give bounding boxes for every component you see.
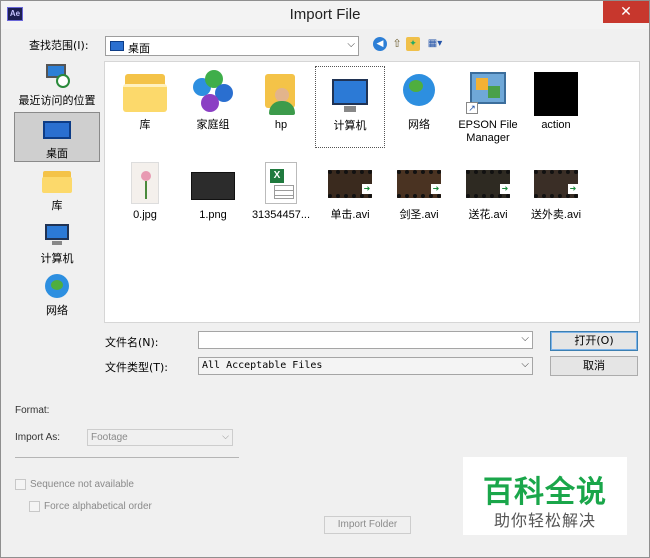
view-menu-icon[interactable]: ▦▾ — [424, 37, 446, 51]
chevron-down-icon: ⌵ — [347, 39, 355, 50]
place-recent[interactable]: 最近访问的位置 — [14, 60, 100, 110]
filename-input[interactable]: ⌵ — [198, 331, 533, 349]
user-folder-icon — [257, 70, 305, 116]
place-desktop[interactable]: 桌面 — [14, 112, 100, 162]
sequence-checkbox[interactable] — [15, 479, 26, 490]
video-file-icon: ➜ — [326, 160, 374, 206]
file-name: 0.jpg — [133, 209, 157, 221]
dialog-title: Import File — [289, 6, 361, 23]
import-as-value: Footage — [91, 432, 128, 443]
network-icon — [42, 272, 72, 300]
file-item[interactable]: ➜ 单击.avi — [315, 156, 385, 238]
file-item[interactable]: ➜ 送外卖.avi — [521, 156, 591, 238]
file-item[interactable]: ➜ 剑圣.avi — [384, 156, 454, 238]
epson-shortcut-icon: ↗ — [464, 70, 512, 116]
video-file-icon: ➜ — [532, 160, 580, 206]
file-item[interactable]: 计算机 — [315, 66, 385, 148]
filename-label: 文件名(N): — [105, 336, 159, 349]
place-label: 计算机 — [40, 252, 74, 265]
cancel-button[interactable]: 取消 — [550, 356, 638, 376]
file-name: 计算机 — [333, 120, 367, 132]
file-name: hp — [274, 119, 288, 131]
file-name: 网络 — [408, 119, 430, 131]
file-item[interactable]: ↗ EPSON File Manager — [453, 66, 523, 148]
file-item[interactable]: 网络 — [384, 66, 454, 148]
look-in-value: 桌面 — [128, 42, 150, 55]
watermark-title: 百科全说 — [483, 475, 607, 510]
png-thumbnail-icon — [189, 160, 237, 206]
chevron-down-icon: ⌵ — [521, 359, 529, 370]
black-image-icon — [532, 70, 580, 116]
computer-icon — [42, 220, 72, 248]
watermark-subtitle: 助你轻松解决 — [493, 511, 596, 530]
import-file-dialog: Ae Import File ✕ 查找范围(I): 桌面 ⌵ ◀ ⇧ ✦ ▦▾ … — [0, 0, 650, 558]
desktop-icon — [110, 41, 124, 51]
file-name: 送花.avi — [468, 209, 508, 221]
jpg-thumbnail-icon — [121, 160, 169, 206]
file-item[interactable]: 0.jpg — [110, 156, 180, 238]
filetype-label: 文件类型(T): — [105, 361, 169, 374]
file-item[interactable]: action — [521, 66, 591, 148]
import-as-label: Import As: — [15, 432, 61, 443]
file-item[interactable]: 库 — [110, 66, 180, 148]
open-button[interactable]: 打开(O) — [550, 331, 638, 351]
video-file-icon: ➜ — [395, 160, 443, 206]
place-label: 最近访问的位置 — [18, 94, 96, 107]
file-name: 1.png — [199, 209, 227, 221]
look-in-label: 查找范围(I): — [29, 39, 89, 52]
file-list[interactable]: 库 家庭组 hp 计算机 网络 ↗ EPSON File Manager act… — [104, 61, 640, 323]
watermark-logo: 百科全说 助你轻松解决 — [463, 457, 627, 535]
sequence-label: Sequence not available — [30, 479, 134, 490]
place-network[interactable]: 网络 — [14, 270, 100, 320]
title-bar: Ae Import File ✕ — [1, 1, 649, 29]
new-folder-icon[interactable]: ✦ — [406, 37, 420, 51]
computer-icon — [326, 71, 374, 117]
file-item[interactable]: 1.png — [178, 156, 248, 238]
file-name: 送外卖.avi — [530, 209, 582, 221]
file-item[interactable]: hp — [246, 66, 316, 148]
place-label: 网络 — [46, 304, 68, 317]
chevron-down-icon[interactable]: ⌵ — [521, 333, 529, 344]
file-name: action — [541, 119, 571, 131]
file-name: 库 — [139, 119, 151, 131]
place-computer[interactable]: 计算机 — [14, 218, 100, 268]
chevron-down-icon: ⌵ — [222, 431, 229, 441]
network-icon — [395, 70, 443, 116]
filetype-value: All Acceptable Files — [202, 360, 323, 371]
place-label: 桌面 — [46, 147, 68, 160]
look-in-dropdown[interactable]: 桌面 ⌵ — [105, 36, 359, 56]
file-name: 家庭组 — [196, 119, 230, 131]
filetype-select[interactable]: All Acceptable Files ⌵ — [198, 357, 533, 375]
import-folder-button[interactable]: Import Folder — [324, 516, 411, 534]
file-name: 单击.avi — [330, 209, 370, 221]
video-file-icon: ➜ — [464, 160, 512, 206]
place-label: 库 — [51, 199, 63, 212]
file-item[interactable]: ➜ 送花.avi — [453, 156, 523, 238]
file-name: 31354457... — [251, 209, 311, 221]
import-as-select[interactable]: Footage ⌵ — [87, 429, 233, 446]
back-icon[interactable]: ◀ — [373, 37, 387, 51]
homegroup-icon — [189, 70, 237, 116]
close-button[interactable]: ✕ — [603, 1, 649, 23]
alphabetical-label: Force alphabetical order — [44, 501, 152, 512]
alphabetical-checkbox[interactable] — [29, 501, 40, 512]
place-libraries[interactable]: 库 — [14, 165, 100, 215]
file-item[interactable]: X 31354457... — [246, 156, 316, 238]
places-bar: 最近访问的位置 桌面 库 计算机 网络 — [11, 60, 103, 324]
file-name: EPSON File Manager — [458, 119, 518, 144]
recent-places-icon — [42, 62, 72, 90]
divider — [15, 457, 239, 458]
libraries-icon — [42, 167, 72, 195]
format-label: Format: — [15, 405, 50, 416]
file-name: 剑圣.avi — [399, 209, 439, 221]
up-folder-icon[interactable]: ⇧ — [390, 37, 404, 51]
file-item[interactable]: 家庭组 — [178, 66, 248, 148]
desktop-icon — [42, 115, 72, 143]
libraries-folder-icon — [121, 70, 169, 116]
excel-file-icon: X — [257, 160, 305, 206]
